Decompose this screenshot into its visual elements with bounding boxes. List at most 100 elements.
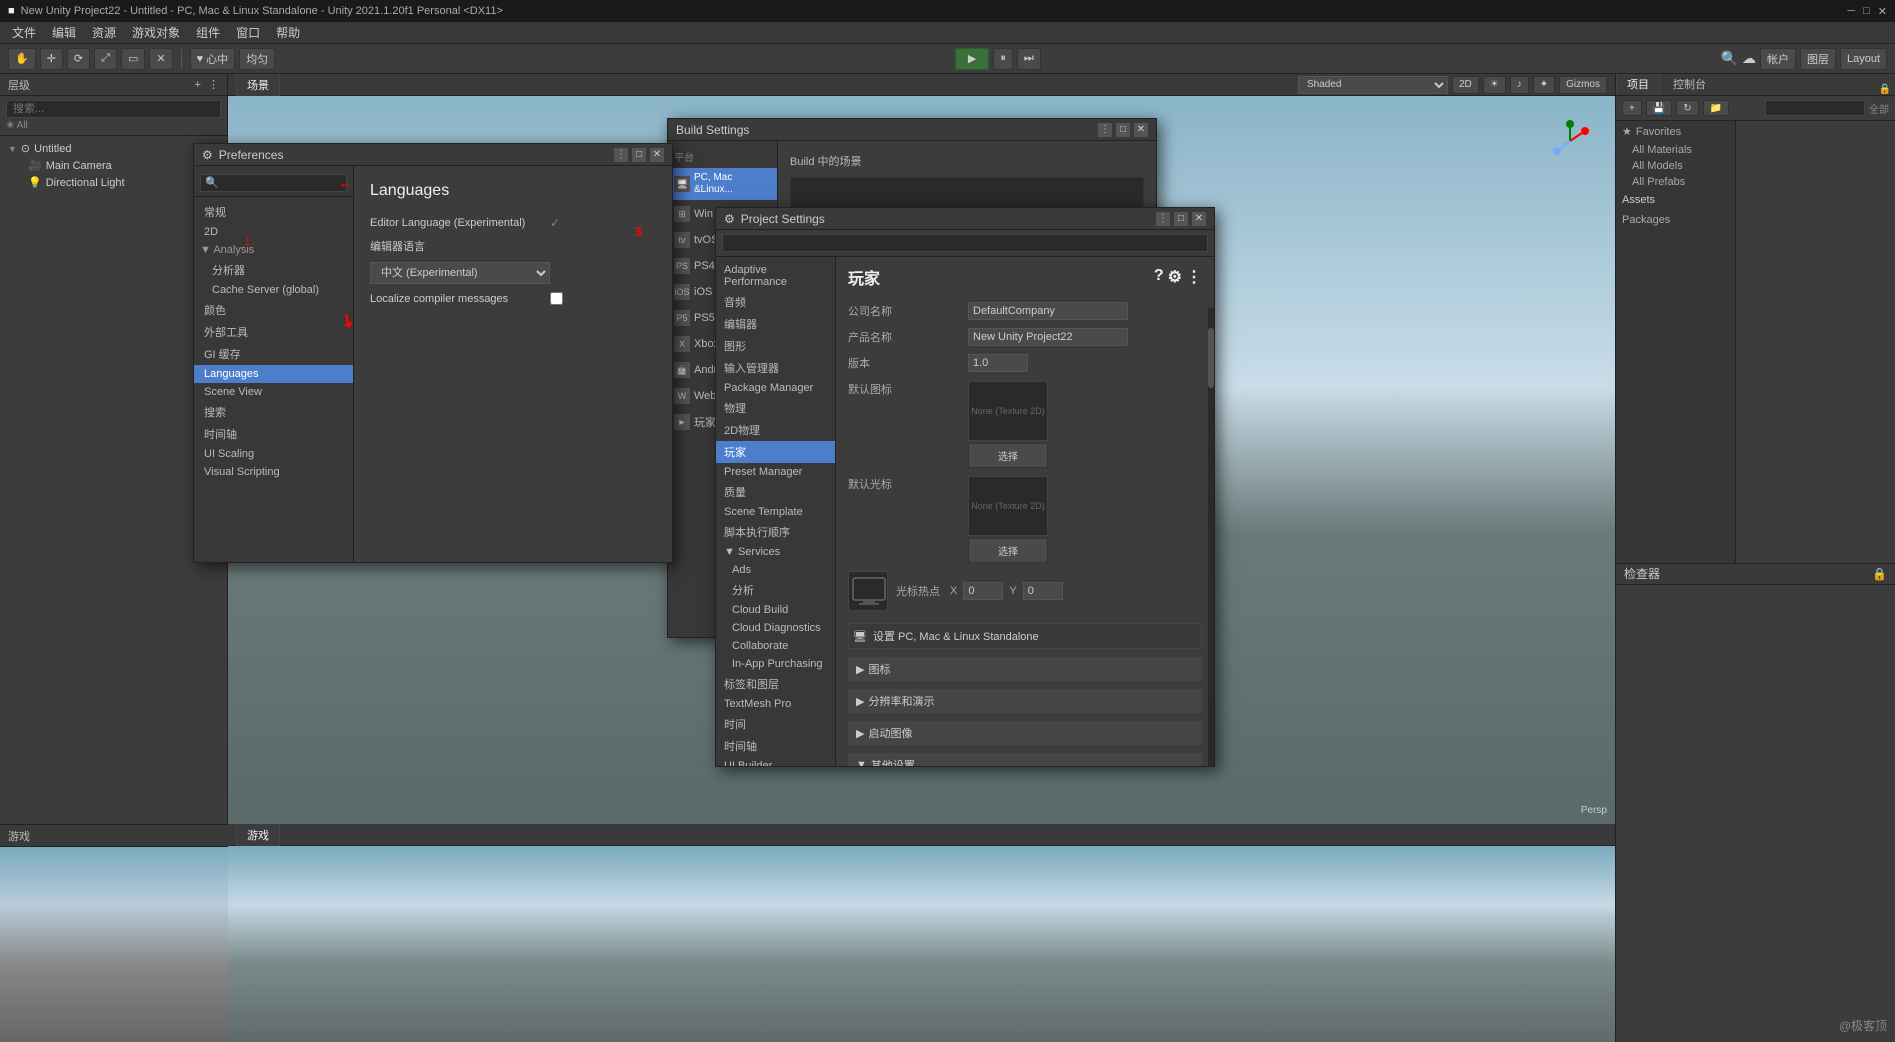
scene-tab[interactable]: 场景	[236, 73, 280, 96]
ps-time[interactable]: 时间	[716, 713, 835, 735]
ps-tags-layers[interactable]: 标签和图层	[716, 673, 835, 695]
favorites-item[interactable]: ★ Favorites	[1616, 121, 1735, 142]
ps-input-manager[interactable]: 输入管理器	[716, 357, 835, 379]
transform-scale-tool[interactable]: ⤢	[94, 48, 117, 70]
splash-section[interactable]: ▶ 启动图像	[848, 721, 1202, 745]
transform-all-tool[interactable]: ✕	[149, 48, 172, 70]
all-materials-item[interactable]: All Materials	[1616, 142, 1735, 158]
transform-rect-tool[interactable]: ▭	[121, 48, 145, 70]
pref-item-cache-server[interactable]: Cache Server (global)	[194, 281, 353, 299]
packages-item[interactable]: Packages	[1616, 210, 1735, 230]
product-name-input[interactable]	[968, 328, 1128, 346]
ps-cloud-build[interactable]: Cloud Build	[716, 601, 835, 619]
pref-item-colors[interactable]: 颜色	[194, 299, 353, 321]
ps-ads[interactable]: Ads	[716, 561, 835, 579]
assets-item[interactable]: Assets	[1616, 190, 1735, 210]
ps-cloud-diagnostics[interactable]: Cloud Diagnostics	[716, 619, 835, 637]
2d-toggle[interactable]: 2D	[1452, 76, 1479, 94]
transform-move-tool[interactable]: ✛	[40, 48, 63, 70]
ps-textmesh-pro[interactable]: TextMesh Pro	[716, 695, 835, 713]
pref-close-btn[interactable]: ✕	[650, 148, 664, 162]
ps-search-input[interactable]	[722, 234, 1208, 252]
hierarchy-add-btn[interactable]: +	[195, 79, 201, 91]
hierarchy-search-input[interactable]	[6, 100, 221, 118]
transform-rotate-tool[interactable]: ⟳	[67, 48, 90, 70]
ps-graphics[interactable]: 图形	[716, 335, 835, 357]
transform-hand-tool[interactable]: ✋	[8, 48, 36, 70]
language-select[interactable]: 中文 (Experimental)	[370, 262, 550, 284]
close-btn[interactable]: ✕	[1878, 5, 1887, 18]
lighting-toggle[interactable]: ☀	[1483, 76, 1506, 94]
effects-toggle[interactable]: ✦	[1533, 76, 1555, 94]
cloud-icon[interactable]: ☁	[1742, 50, 1756, 67]
inspector-lock-icon[interactable]: 🔒	[1872, 567, 1887, 581]
ps-adaptive-performance[interactable]: Adaptive Performance	[716, 261, 835, 291]
ps-audio[interactable]: 音频	[716, 291, 835, 313]
settings-icon[interactable]: ⚙	[1168, 267, 1182, 287]
pref-item-external-tools[interactable]: 外部工具	[194, 321, 353, 343]
more-icon[interactable]: ⋮	[1186, 267, 1202, 287]
search-icon[interactable]: 🔍	[1721, 50, 1738, 67]
ps-package-manager[interactable]: Package Manager	[716, 379, 835, 397]
gizmos-btn[interactable]: Gizmos	[1559, 76, 1607, 94]
ps-script-exec-order[interactable]: 脚本执行顺序	[716, 521, 835, 543]
ps-timeline[interactable]: 时间轴	[716, 735, 835, 757]
pref-menu-btn[interactable]: ⋮	[614, 148, 628, 162]
ps-in-app-purchasing[interactable]: In-App Purchasing	[716, 655, 835, 673]
company-name-input[interactable]	[968, 302, 1128, 320]
pref-item-search[interactable]: 搜索	[194, 401, 353, 423]
account-btn[interactable]: 帐户	[1760, 48, 1796, 70]
pref-item-visual-scripting[interactable]: Visual Scripting	[194, 463, 353, 481]
pref-item-2d[interactable]: 2D	[194, 223, 353, 241]
ps-services[interactable]: ▼ Services	[716, 543, 835, 561]
hotspot-x[interactable]	[963, 582, 1003, 600]
icon-select-btn[interactable]: 选择	[968, 443, 1048, 468]
help-icon[interactable]: ?	[1154, 267, 1164, 287]
menu-edit[interactable]: 编辑	[44, 22, 84, 43]
all-prefabs-item[interactable]: All Prefabs	[1616, 174, 1735, 190]
gizmo-local-btn[interactable]: 均匀	[239, 48, 275, 70]
pref-item-languages[interactable]: Languages	[194, 365, 353, 383]
ps-scene-template[interactable]: Scene Template	[716, 503, 835, 521]
build-menu-btn[interactable]: ⋮	[1098, 123, 1112, 137]
game-tab[interactable]: 游戏	[236, 824, 280, 846]
build-maximize-btn[interactable]: □	[1116, 123, 1130, 137]
ps-ui-builder[interactable]: UI Builder	[716, 757, 835, 766]
tab-project[interactable]: 项目	[1616, 72, 1660, 95]
gizmo-pivot-btn[interactable]: ♥ 心中	[190, 48, 236, 70]
minimize-btn[interactable]: ─	[1847, 5, 1855, 17]
folder-btn[interactable]: 📁	[1703, 100, 1729, 116]
create-btn[interactable]: +	[1622, 100, 1642, 116]
icon-section[interactable]: ▶ 图标	[848, 657, 1202, 681]
ps-collaborate[interactable]: Collaborate	[716, 637, 835, 655]
hotspot-y[interactable]	[1023, 582, 1063, 600]
layout-btn[interactable]: Layout	[1840, 48, 1887, 70]
maximize-btn[interactable]: □	[1863, 5, 1870, 17]
ps-close-btn[interactable]: ✕	[1192, 212, 1206, 226]
resolution-section[interactable]: ▶ 分辨率和演示	[848, 689, 1202, 713]
menu-window[interactable]: 窗口	[228, 22, 268, 43]
tab-console[interactable]: 控制台	[1662, 72, 1717, 95]
pref-item-general[interactable]: 常规	[194, 201, 353, 223]
pref-item-ui-scaling[interactable]: UI Scaling	[194, 445, 353, 463]
pref-item-profiler[interactable]: 分析器	[194, 259, 353, 281]
localize-checkbox[interactable]	[550, 292, 563, 305]
menu-gameobject[interactable]: 游戏对象	[124, 22, 188, 43]
pause-button[interactable]: ⏸	[993, 48, 1013, 70]
ps-analytics[interactable]: 分析	[716, 579, 835, 601]
ps-scrollbar-thumb[interactable]	[1208, 328, 1214, 388]
ps-physics-2d[interactable]: 2D物理	[716, 419, 835, 441]
pref-item-analysis[interactable]: ▼ Analysis	[194, 241, 353, 259]
other-settings-section[interactable]: ▼ 其他设置	[848, 753, 1202, 766]
ps-preset-manager[interactable]: Preset Manager	[716, 463, 835, 481]
cursor-select-btn[interactable]: 选择	[968, 538, 1048, 563]
build-close-btn[interactable]: ✕	[1134, 123, 1148, 137]
ps-physics[interactable]: 物理	[716, 397, 835, 419]
layers-btn[interactable]: 图层	[1800, 48, 1836, 70]
platform-pc[interactable]: 🖥 PC, Mac&Linux...	[668, 168, 777, 200]
pref-item-scene-view[interactable]: Scene View	[194, 383, 353, 401]
audio-toggle[interactable]: ♪	[1510, 76, 1529, 94]
ps-editor[interactable]: 编辑器	[716, 313, 835, 335]
shading-mode-select[interactable]: Shaded	[1298, 76, 1448, 94]
version-input[interactable]	[968, 354, 1028, 372]
